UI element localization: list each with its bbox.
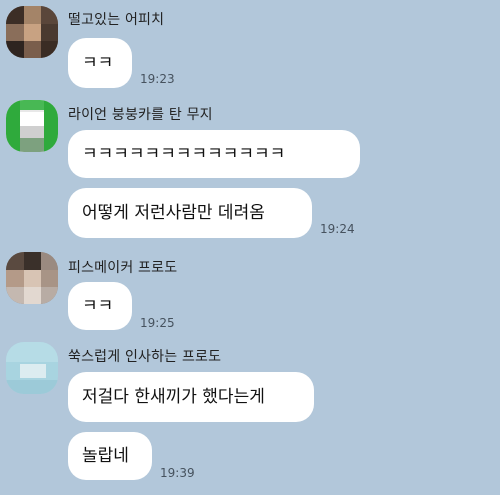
message-time: 19:24 (320, 222, 355, 236)
message-time: 19:39 (160, 466, 195, 480)
message-bubble[interactable]: ㅋㅋㅋㅋㅋㅋㅋㅋㅋㅋㅋㅋㅋ (68, 130, 360, 178)
message-bubble[interactable]: 놀랍네 (68, 432, 152, 480)
avatar-blurred[interactable] (6, 252, 58, 304)
sender-name: 피스메이커 프로도 (68, 260, 178, 276)
sender-name: 쑥스럽게 인사하는 프로도 (68, 349, 222, 365)
sender-name: 라이언 붕붕카를 탄 무지 (68, 107, 213, 123)
avatar-blurred[interactable] (6, 342, 58, 394)
message-time: 19:25 (140, 316, 175, 330)
message-bubble[interactable]: ㅋㅋ (68, 282, 132, 330)
sender-name: 떨고있는 어피치 (68, 12, 165, 28)
avatar-blurred[interactable] (6, 6, 58, 58)
message-time: 19:23 (140, 72, 175, 86)
avatar-blurred[interactable] (6, 100, 58, 152)
message-bubble[interactable]: 어떻게 저런사람만 데려옴 (68, 188, 312, 238)
message-bubble[interactable]: ㅋㅋ (68, 38, 132, 88)
message-bubble[interactable]: 저걸다 한새끼가 했다는게 (68, 372, 314, 422)
chat-room[interactable]: 떨고있는 어피치 ㅋㅋ 19:23 라이언 붕붕카를 탄 무지 ㅋㅋㅋㅋㅋㅋㅋㅋ… (0, 0, 500, 495)
